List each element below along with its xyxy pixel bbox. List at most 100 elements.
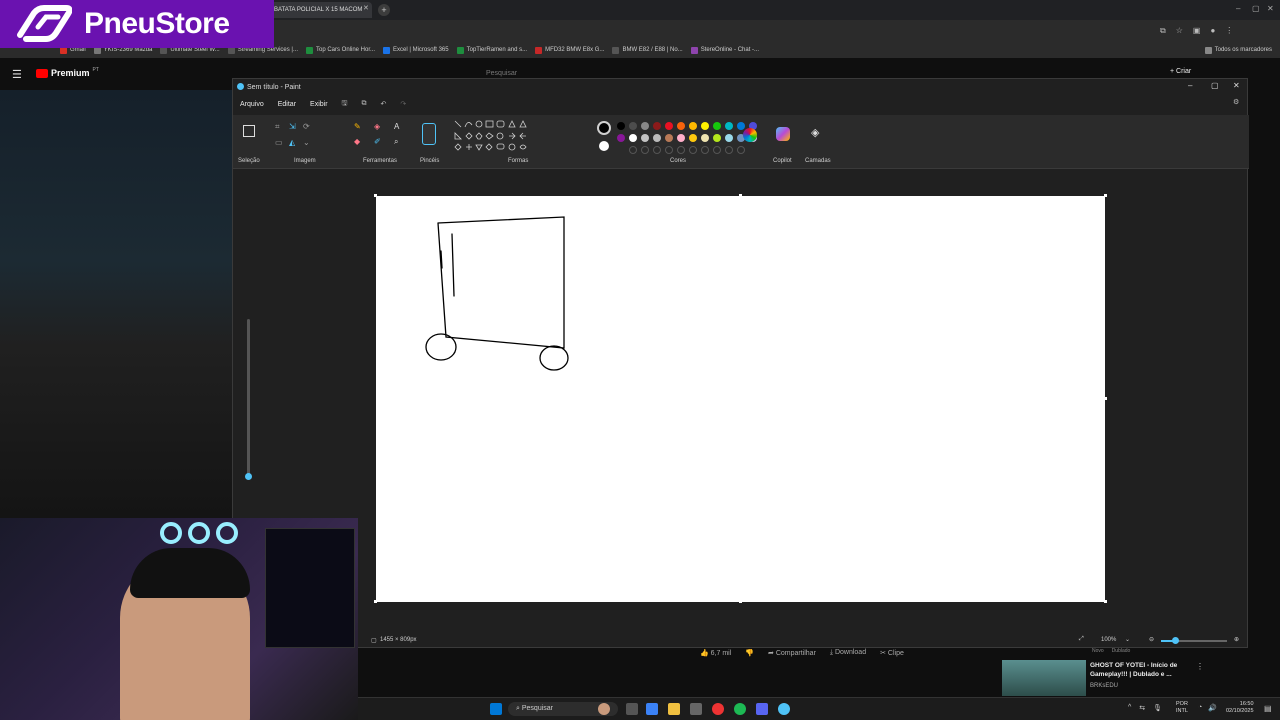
custom-color-slot[interactable] <box>689 146 697 154</box>
menu-arquivo[interactable]: Arquivo <box>240 101 264 108</box>
discord-icon[interactable] <box>756 703 768 715</box>
all-bookmarks[interactable]: Todos os marcadores <box>1204 46 1280 54</box>
palette-color-swatch[interactable] <box>713 122 721 130</box>
bookmark-item[interactable]: Excel | Microsoft 365 <box>383 46 449 54</box>
image-more-icon[interactable]: ⌄ <box>303 138 317 147</box>
copilot-taskbar-icon[interactable] <box>646 703 658 715</box>
resize-handle[interactable] <box>739 194 742 197</box>
rotate-icon[interactable]: ⟳ <box>303 122 317 132</box>
minimize-browser-icon[interactable]: – <box>1236 4 1240 13</box>
share-icon[interactable]: ⧉ <box>362 100 367 108</box>
drawing-canvas[interactable] <box>376 196 1105 602</box>
palette-color-swatch[interactable] <box>701 122 709 130</box>
custom-color-slot[interactable] <box>677 146 685 154</box>
layers-icon[interactable]: ◈ <box>811 126 819 139</box>
close-browser-icon[interactable]: ✕ <box>1267 4 1274 13</box>
bookmark-item[interactable]: StereOnline - Chat -... <box>690 46 759 54</box>
maximize-browser-icon[interactable]: ▢ <box>1252 4 1260 13</box>
custom-color-slot[interactable] <box>737 146 745 154</box>
profile-icon[interactable]: ● <box>1210 26 1215 36</box>
zoom-level[interactable]: 100% <box>1101 637 1116 643</box>
custom-color-slot[interactable] <box>665 146 673 154</box>
fit-window-icon[interactable]: ⤢ <box>1079 636 1084 643</box>
magnifier-icon[interactable]: ⌕ <box>394 137 414 147</box>
bookmark-item[interactable]: BMW E82 / E88 | No... <box>612 46 683 54</box>
chrome-icon[interactable] <box>712 703 724 715</box>
palette-color-swatch[interactable] <box>629 134 637 142</box>
clock[interactable]: 16:50 02/10/2025 <box>1226 701 1254 715</box>
custom-color-slot[interactable] <box>641 146 649 154</box>
like-button[interactable]: 👍 6,7 mil <box>700 649 731 657</box>
eraser-icon[interactable]: ◆ <box>354 137 374 147</box>
color-picker-icon[interactable]: ✐ <box>374 137 394 147</box>
menu-exibir[interactable]: Exibir <box>310 101 328 108</box>
resize-handle[interactable] <box>739 600 742 603</box>
youtube-search-input[interactable]: Pesquisar <box>486 70 517 77</box>
palette-color-swatch[interactable] <box>617 122 625 130</box>
new-tab-icon[interactable]: + <box>378 4 390 16</box>
flip-icon[interactable]: ◭ <box>289 138 303 147</box>
palette-color-swatch[interactable] <box>689 134 697 142</box>
rec-thumbnail[interactable] <box>1002 660 1086 696</box>
brush-icon[interactable] <box>422 123 436 145</box>
rec-channel[interactable]: BRKsEDU <box>1090 683 1118 689</box>
bookmark-item[interactable]: MFD32 BMW E8x G... <box>535 46 604 54</box>
fill-icon[interactable]: ◈ <box>374 122 394 131</box>
edit-colors-icon[interactable] <box>743 128 757 142</box>
settings-icon[interactable]: ⚙ <box>1233 98 1239 106</box>
notifications-icon[interactable]: ▤ <box>1264 704 1272 713</box>
wifi-icon[interactable]: ◔ <box>1198 704 1202 712</box>
share-button[interactable]: ➦ Compartilhar <box>768 649 816 657</box>
palette-color-swatch[interactable] <box>677 122 685 130</box>
rec-title[interactable]: GHOST OF YOTEI - Início de Gameplay!!! |… <box>1090 661 1200 679</box>
dislike-icon[interactable]: 👎 <box>745 649 754 657</box>
store-icon[interactable] <box>690 703 702 715</box>
bookmark-star-icon[interactable]: ☆ <box>1176 26 1183 36</box>
resize-handle[interactable] <box>1104 194 1107 197</box>
selection-tool-icon[interactable] <box>243 125 255 137</box>
palette-color-swatch[interactable] <box>725 122 733 130</box>
palette-color-swatch[interactable] <box>737 122 745 130</box>
youtube-premium-logo[interactable]: Premium PT <box>36 67 99 78</box>
undo-icon[interactable]: ↶ <box>381 100 387 108</box>
task-view-icon[interactable] <box>626 703 638 715</box>
palette-color-swatch[interactable] <box>665 134 673 142</box>
paint-taskbar-icon[interactable] <box>778 703 790 715</box>
video-player[interactable] <box>0 90 232 518</box>
text-icon[interactable]: A <box>394 122 414 131</box>
hamburger-menu-icon[interactable]: ☰ <box>12 68 22 81</box>
primary-color-swatch[interactable] <box>597 121 611 135</box>
resize-handle[interactable] <box>374 600 377 603</box>
custom-color-slot[interactable] <box>653 146 661 154</box>
mic-icon[interactable]: 🎙 <box>1153 704 1162 712</box>
file-explorer-icon[interactable] <box>668 703 680 715</box>
menu-editar[interactable]: Editar <box>278 101 296 108</box>
spotify-icon[interactable] <box>734 703 746 715</box>
zoom-dropdown-icon[interactable]: ⌄ <box>1125 636 1130 643</box>
palette-color-swatch[interactable] <box>653 122 661 130</box>
secondary-color-swatch[interactable] <box>599 141 609 151</box>
resize-handle[interactable] <box>374 194 377 197</box>
bookmark-item[interactable]: TopTierRamen and s... <box>456 46 527 54</box>
palette-color-swatch[interactable] <box>677 134 685 142</box>
download-button[interactable]: ⤓ Download <box>830 649 866 657</box>
palette-color-swatch[interactable] <box>653 134 661 142</box>
palette-color-swatch[interactable] <box>725 134 733 142</box>
palette-color-swatch[interactable] <box>689 122 697 130</box>
brush-size-slider[interactable] <box>247 319 250 479</box>
bookmark-item[interactable]: Top Cars Online Hor... <box>305 46 375 54</box>
crop-icon[interactable]: ⌗ <box>275 122 289 132</box>
palette-color-swatch[interactable] <box>701 134 709 142</box>
windows-start-icon[interactable] <box>490 703 502 715</box>
language-indicator[interactable]: POR INTL <box>1176 701 1188 715</box>
clip-button[interactable]: ✂ Clipe <box>880 649 904 657</box>
menu-dots-icon[interactable]: ⋮ <box>1225 26 1233 36</box>
cast-icon[interactable]: ⧉ <box>1160 26 1166 36</box>
maximize-paint-icon[interactable]: ▢ <box>1211 81 1219 90</box>
custom-color-slot[interactable] <box>629 146 637 154</box>
zoom-in-icon[interactable]: ⊕ <box>1234 636 1239 643</box>
palette-color-swatch[interactable] <box>617 134 625 142</box>
create-button[interactable]: + Criar <box>1170 68 1191 75</box>
chevron-up-icon[interactable]: ^ <box>1128 704 1131 712</box>
browser-tab-active[interactable]: BATATA POLICIAL X 15 MACOM <box>270 2 372 18</box>
